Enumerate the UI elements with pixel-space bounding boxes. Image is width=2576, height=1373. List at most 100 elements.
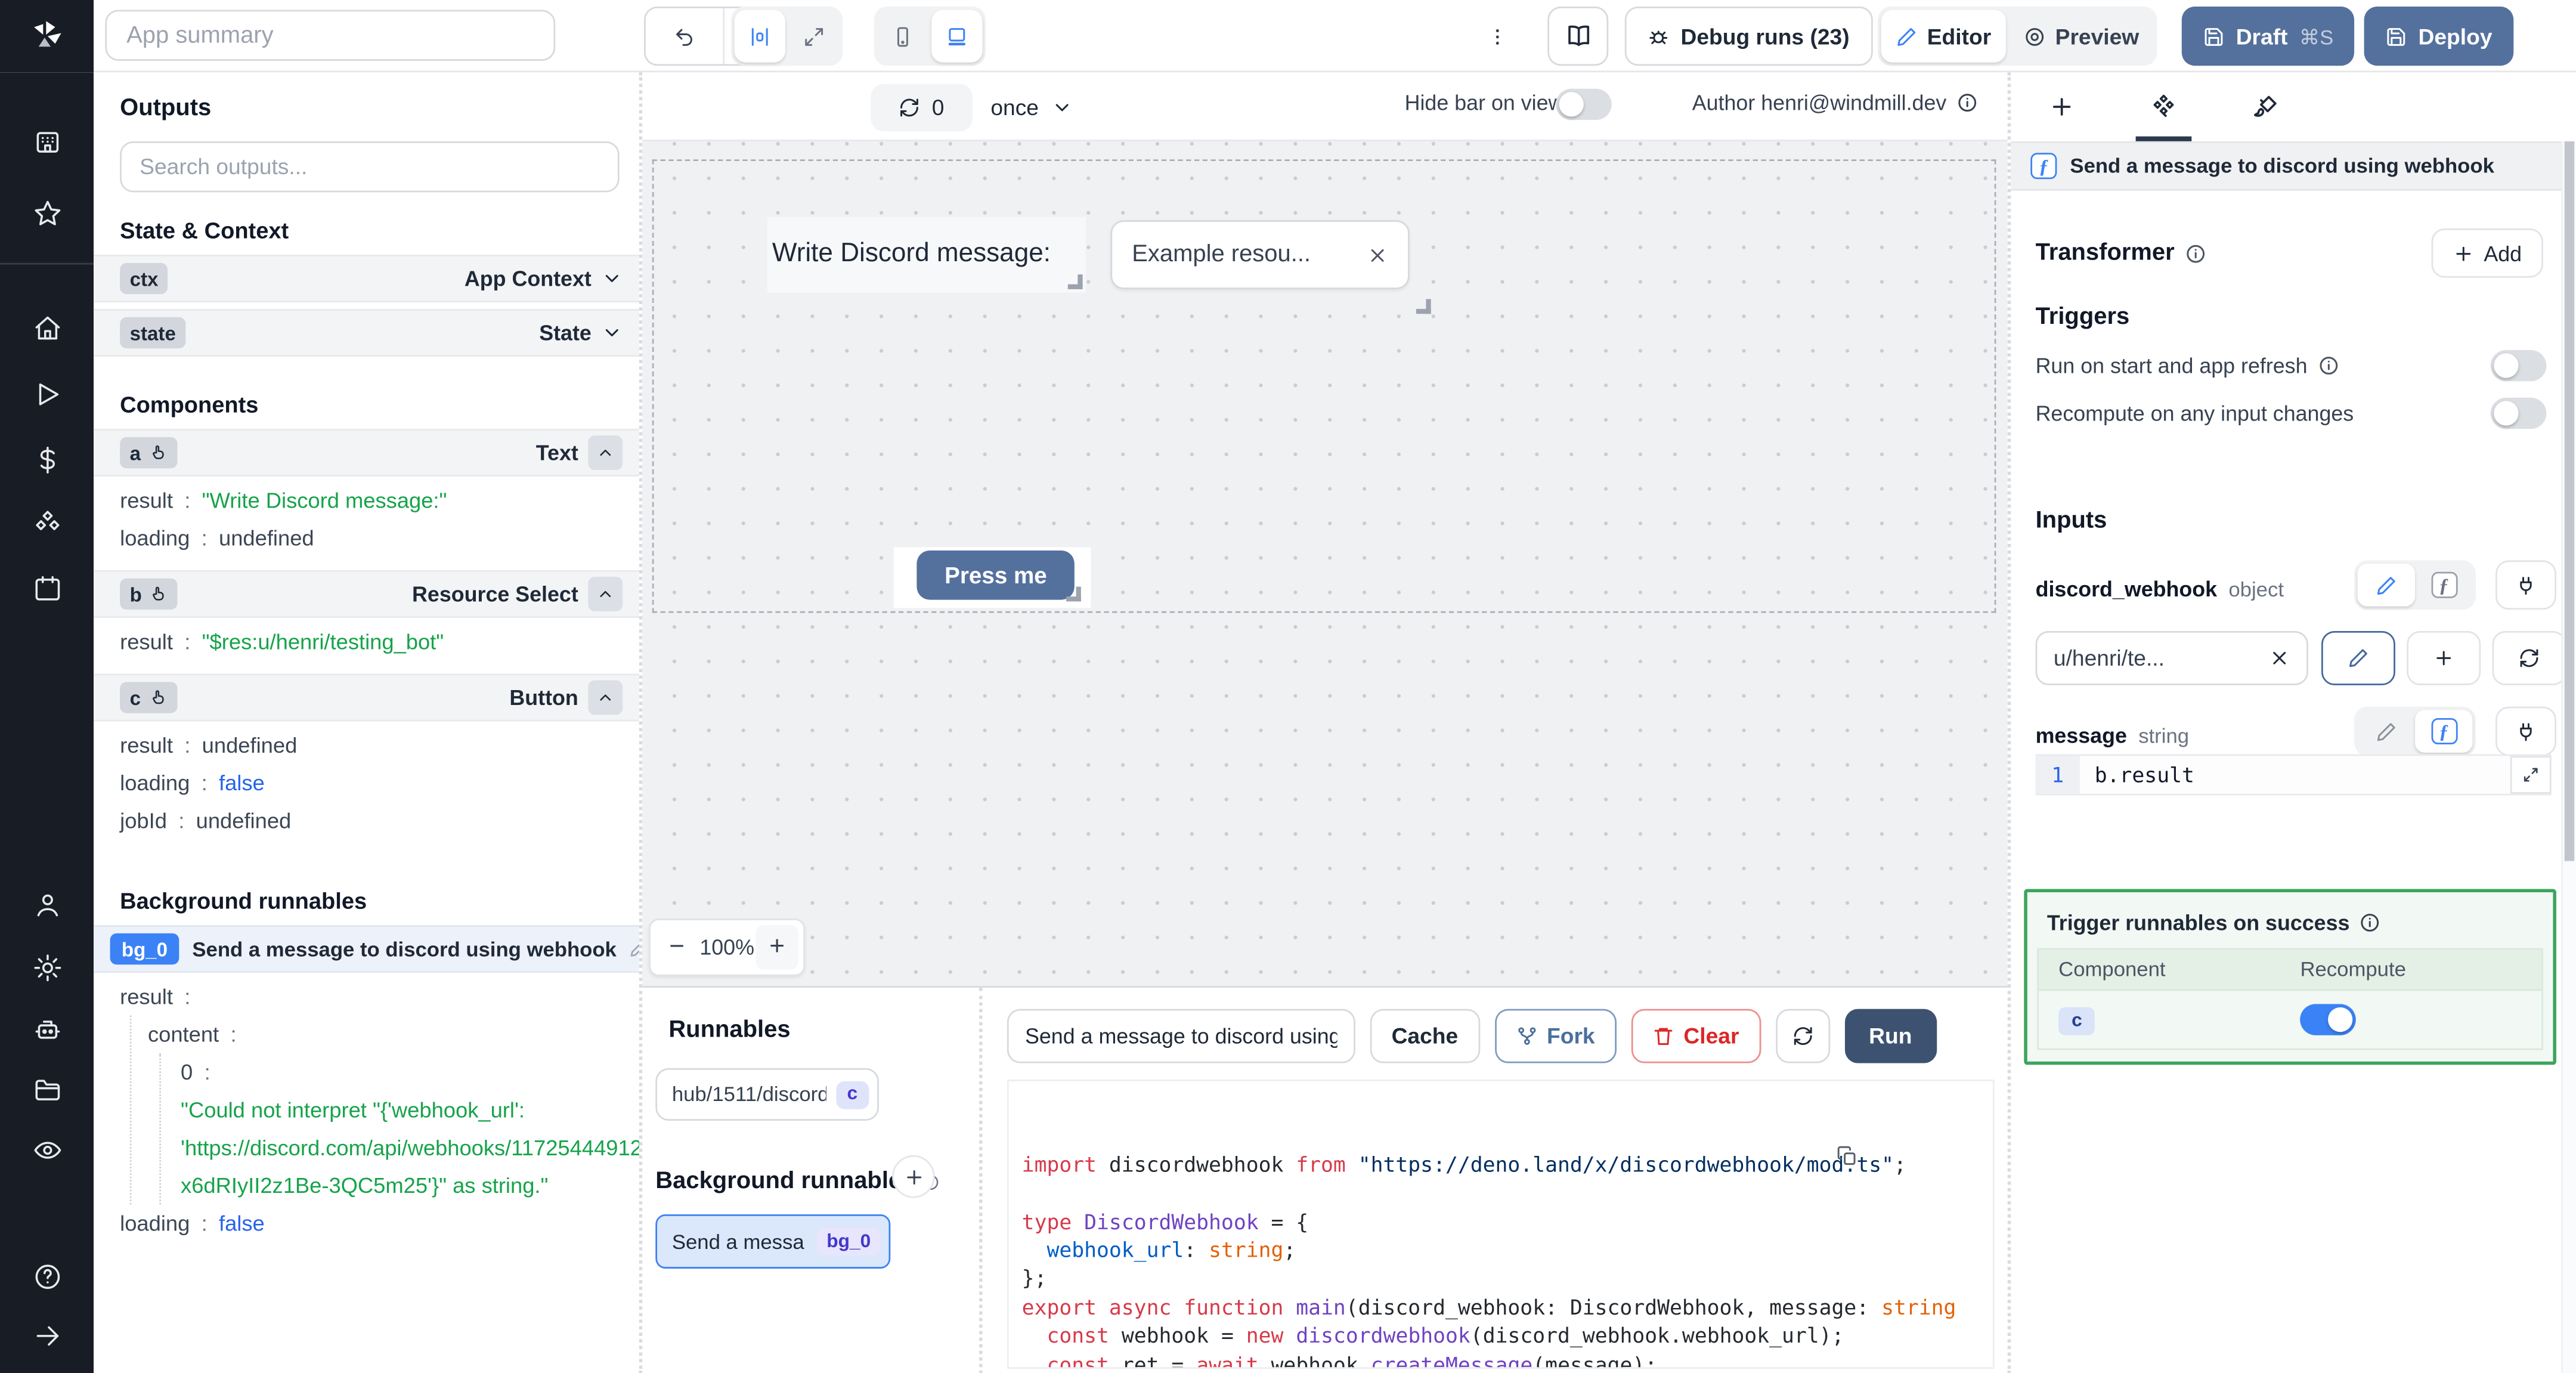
run-on-start-toggle[interactable]	[2490, 350, 2547, 382]
refresh-count-button[interactable]: 0	[871, 84, 973, 132]
message-eval-mode[interactable]: ƒ	[2414, 710, 2473, 753]
edit-pencil-icon[interactable]	[630, 940, 642, 958]
component-c-badge: c	[129, 686, 141, 709]
tab-styling[interactable]	[2215, 72, 2317, 141]
resize-handle[interactable]	[1067, 274, 1083, 289]
info-icon[interactable]	[1956, 92, 1978, 113]
sidebar-item-home[interactable]	[0, 301, 94, 357]
chevron-down-icon[interactable]	[601, 322, 623, 344]
resource-select-value: Example resou...	[1132, 241, 1311, 268]
press-me-button[interactable]: Press me	[917, 550, 1075, 600]
dw-add-resource-button[interactable]	[2407, 630, 2481, 685]
right-panel-scrollbar[interactable]	[2561, 141, 2576, 1373]
message-expression-editor[interactable]: 1 b.result	[2035, 754, 2552, 796]
undo-button[interactable]	[646, 8, 724, 64]
dw-static-mode[interactable]	[2357, 563, 2415, 607]
runnable-item-c[interactable]: hub/1511/discord/se... c	[655, 1068, 879, 1121]
reload-code-button[interactable]	[1775, 1009, 1830, 1063]
text-component[interactable]: Write Discord message:	[767, 217, 1086, 293]
recompute-toggle[interactable]	[2490, 397, 2547, 429]
dw-connect-button[interactable]	[2496, 560, 2556, 610]
add-background-runnable-button[interactable]	[892, 1155, 935, 1198]
collapse-b-button[interactable]	[588, 577, 623, 611]
clear-select-icon[interactable]	[1367, 244, 1388, 265]
sidebar-collapse-button[interactable]	[0, 1308, 94, 1364]
bg0-row[interactable]: bg_0 Send a message to discord using web…	[94, 925, 639, 973]
frequency-select[interactable]: once	[990, 84, 1073, 132]
mobile-view-toggle[interactable]	[877, 10, 928, 63]
tab-editor[interactable]: Editor	[1881, 10, 2006, 63]
windmill-logo[interactable]	[0, 0, 94, 73]
deploy-label: Deploy	[2418, 23, 2493, 49]
center-layout-toggle[interactable]	[734, 10, 785, 63]
scrollbar-thumb[interactable]	[2564, 141, 2575, 861]
more-menu-button[interactable]	[1473, 13, 1519, 59]
sidebar-item-folders[interactable]	[0, 1062, 94, 1118]
fullwidth-layout-toggle[interactable]	[788, 10, 839, 63]
app-canvas[interactable]: Write Discord message: Example resou... …	[642, 141, 2008, 987]
fork-button[interactable]: Fork	[1494, 1009, 1617, 1063]
expand-editor-button[interactable]	[2510, 756, 2552, 794]
sidebar-item-help[interactable]	[0, 1249, 94, 1305]
component-a-row[interactable]: a Text	[94, 429, 639, 477]
sidebar-item-schedules[interactable]	[0, 560, 94, 616]
tab-preview[interactable]: Preview	[2009, 10, 2154, 63]
collapse-a-button[interactable]	[588, 435, 623, 470]
component-b-row[interactable]: b Resource Select	[94, 570, 639, 618]
resource-select-component[interactable]: Example resou...	[1110, 220, 1431, 314]
add-transformer-button[interactable]: Add	[2431, 228, 2543, 278]
run-button[interactable]: Run	[1844, 1009, 1937, 1063]
collapse-c-button[interactable]	[588, 680, 623, 715]
code-editor[interactable]: import discordwebhook from "https://deno…	[1007, 1080, 1995, 1369]
maximize-icon	[805, 27, 823, 45]
sidebar-item-workspace[interactable]	[0, 115, 94, 171]
bg-runnable-item-selected[interactable]: Send a message... bg_0	[655, 1214, 891, 1269]
resize-handle[interactable]	[1416, 299, 1431, 314]
top-bar: Debug runs (23) Editor Preview Draft ⌘S …	[0, 0, 2576, 73]
deploy-button[interactable]: Deploy	[2364, 7, 2514, 66]
clear-resource-icon[interactable]	[2269, 648, 2290, 669]
recompute-c-toggle[interactable]	[2300, 1004, 2357, 1035]
sidebar-item-favorites[interactable]	[0, 185, 94, 242]
zoom-in-button[interactable]: +	[756, 925, 798, 970]
draft-button[interactable]: Draft ⌘S	[2181, 7, 2355, 66]
zoom-out-button[interactable]: −	[655, 925, 698, 969]
search-outputs-input[interactable]	[120, 141, 620, 193]
dw-resource-value[interactable]: u/henri/te...	[2035, 630, 2308, 685]
message-static-mode[interactable]	[2358, 710, 2415, 753]
sidebar-item-settings[interactable]	[0, 940, 94, 996]
docs-button[interactable]	[1547, 7, 1609, 66]
cache-label: Cache	[1391, 1023, 1459, 1049]
state-row[interactable]: state State	[94, 308, 639, 357]
clear-button[interactable]: Clear	[1631, 1009, 1761, 1063]
prop-value: undefined	[196, 808, 292, 833]
col-component: Component	[2058, 958, 2166, 981]
message-connect-button[interactable]	[2496, 706, 2556, 756]
debug-runs-button[interactable]: Debug runs (23)	[1624, 7, 1873, 66]
desktop-view-toggle[interactable]	[931, 10, 983, 63]
tab-component-settings[interactable]	[2113, 72, 2215, 141]
bg0-error-line-1: "Could not interpret "{'webhook_url':	[181, 1097, 525, 1122]
sidebar-item-users[interactable]	[0, 877, 94, 933]
chevron-down-icon[interactable]	[601, 268, 623, 289]
line-number: 1	[2035, 756, 2080, 794]
dw-refresh-button[interactable]	[2492, 630, 2566, 685]
sidebar-item-audit[interactable]	[0, 1122, 94, 1179]
sidebar-item-resources[interactable]	[0, 496, 94, 552]
dw-eval-mode[interactable]: ƒ	[2415, 564, 2472, 607]
center-area: 0 once Hide bar on view Author henri@win…	[642, 72, 2008, 1373]
sidebar-item-runs[interactable]	[0, 366, 94, 422]
component-c-row[interactable]: c Button	[94, 673, 639, 722]
cache-button[interactable]: Cache	[1370, 1009, 1480, 1063]
sidebar-item-workers[interactable]	[0, 1003, 94, 1059]
hide-bar-toggle[interactable]	[1556, 88, 1612, 120]
success-row-c: c	[2039, 991, 2541, 1048]
dw-edit-button[interactable]	[2321, 630, 2395, 685]
resize-handle[interactable]	[1066, 586, 1081, 602]
app-summary-input[interactable]	[105, 10, 556, 61]
copy-code-icon[interactable]	[1687, 1117, 1858, 1203]
sidebar-item-variables[interactable]	[0, 432, 94, 488]
ctx-row[interactable]: ctx App Context	[94, 255, 639, 302]
tab-insert-component[interactable]	[2011, 72, 2113, 141]
runnable-name-input[interactable]	[1007, 1009, 1355, 1063]
